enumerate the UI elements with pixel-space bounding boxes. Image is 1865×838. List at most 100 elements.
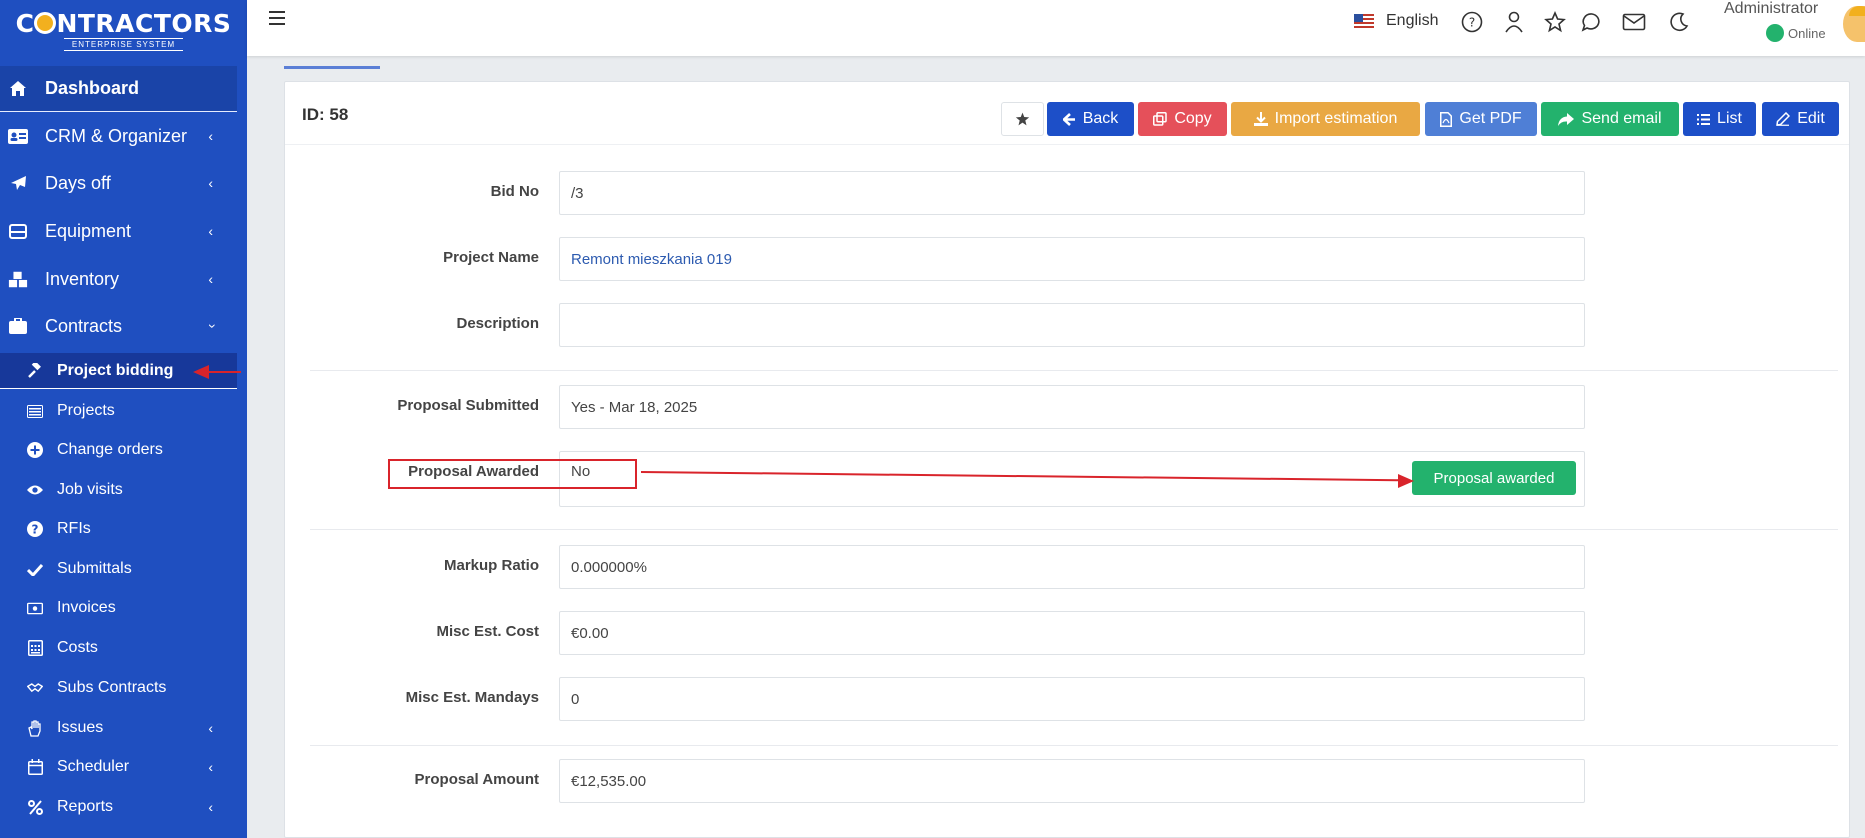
check-icon: [27, 561, 43, 577]
project-name-link[interactable]: Remont mieszkania 019: [559, 237, 1585, 281]
star-filled-icon: [1015, 112, 1030, 126]
calculator-icon: [27, 640, 43, 656]
sidebar-item-subs-contracts[interactable]: Subs Contracts: [0, 670, 237, 706]
sidebar-item-invoices[interactable]: Invoices: [0, 590, 237, 626]
sidebar-item-label: Scheduler: [57, 758, 130, 775]
helmet-logo-icon: [34, 12, 57, 34]
bid-no-label: Bid No: [490, 183, 539, 200]
user-icon[interactable]: [1502, 10, 1526, 34]
chevron-left-icon: ‹: [208, 271, 213, 287]
sidebar-item-reports[interactable]: Reports ‹: [0, 789, 237, 825]
boxes-icon: [8, 269, 28, 289]
brand-subtitle: ENTERPRISE SYSTEM: [63, 38, 184, 51]
gavel-icon: [27, 362, 43, 379]
import-estimation-button[interactable]: Import estimation: [1231, 102, 1420, 136]
back-button[interactable]: Back: [1047, 102, 1134, 136]
chevron-down-icon: ‹: [202, 323, 219, 329]
sidebar-item-label: Costs: [57, 639, 98, 656]
favorite-button[interactable]: [1001, 102, 1044, 136]
sidebar-item-contracts[interactable]: Contracts ‹: [0, 306, 237, 346]
list-button[interactable]: List: [1683, 102, 1756, 136]
sidebar-item-projects[interactable]: Projects: [0, 393, 237, 429]
sidebar-item-change-orders[interactable]: Change orders: [0, 432, 237, 468]
money-icon: [27, 600, 43, 616]
hand-icon: [27, 719, 43, 737]
calendar-icon: [27, 759, 43, 775]
sidebar-item-job-visits[interactable]: Job visits: [0, 472, 237, 508]
user-status: Online: [1766, 24, 1826, 42]
sidebar-item-issues[interactable]: Issues ‹: [0, 710, 237, 746]
sidebar-item-label: Contracts: [45, 315, 123, 336]
user-name[interactable]: Administrator: [1724, 0, 1818, 18]
star-icon[interactable]: [1543, 10, 1567, 34]
tab-indicator: [284, 66, 380, 69]
copy-icon: [1153, 112, 1168, 126]
sidebar-item-dashboard[interactable]: Dashboard: [0, 66, 237, 112]
brand-logo[interactable]: C NTRACTORS ENTERPRISE SYSTEM: [0, 0, 247, 58]
id-card-icon: [8, 126, 28, 146]
annotation-highlight-box: [388, 459, 637, 489]
language-selector[interactable]: English: [1354, 12, 1438, 30]
mail-icon[interactable]: [1622, 10, 1646, 34]
handshake-icon: [27, 680, 43, 696]
download-icon: [1253, 112, 1268, 126]
sidebar-item-label: Submittals: [57, 560, 132, 577]
sidebar-item-label: Project bidding: [57, 361, 174, 379]
arrow-left-icon: [1062, 112, 1075, 126]
sidebar-item-label: Projects: [57, 402, 115, 419]
chat-icon[interactable]: [1580, 10, 1604, 34]
dark-mode-moon-icon[interactable]: [1667, 10, 1691, 34]
list-icon: [1697, 113, 1711, 125]
sidebar-item-label: Issues: [57, 719, 104, 736]
sidebar-item-label: Dashboard: [45, 78, 140, 98]
top-bar: English ? Administrator Online: [247, 0, 1865, 56]
chevron-left-icon: ‹: [208, 128, 213, 144]
avatar[interactable]: [1843, 6, 1865, 42]
proposal-awarded-button[interactable]: Proposal awarded: [1412, 461, 1576, 495]
copy-button[interactable]: Copy: [1138, 102, 1227, 136]
question-circle-icon: ?: [27, 521, 43, 537]
bid-no-field: /3: [559, 171, 1585, 215]
drawer-icon: [8, 221, 28, 241]
plane-icon: [8, 173, 28, 193]
brand-title: C NTRACTORS: [15, 9, 232, 38]
eye-icon: [27, 482, 43, 498]
chevron-left-icon: ‹: [208, 759, 213, 775]
section-divider: [310, 745, 1838, 746]
sidebar-item-label: Inventory: [45, 268, 120, 289]
home-icon: [8, 79, 28, 99]
sidebar-item-inventory[interactable]: Inventory ‹: [0, 259, 237, 299]
sidebar-item-days-off[interactable]: Days off ‹: [0, 163, 237, 203]
plus-circle-icon: [27, 442, 43, 458]
proposal-amount-field: €12,535.00: [559, 759, 1585, 803]
misc-est-mandays-field: 0: [559, 677, 1585, 721]
percent-icon: [27, 799, 43, 815]
help-icon[interactable]: ?: [1460, 10, 1484, 34]
send-email-button[interactable]: Send email: [1541, 102, 1679, 136]
project-name-label: Project Name: [443, 249, 539, 266]
misc-est-mandays-label: Misc Est. Mandays: [405, 689, 539, 706]
annotation-arrow-line: [205, 371, 241, 373]
sidebar-item-costs[interactable]: Costs: [0, 630, 237, 666]
card-header: ID: 58 Back Copy Import estimation Get P…: [285, 82, 1849, 145]
sidebar-item-label: Days off: [45, 172, 111, 193]
edit-button[interactable]: Edit: [1762, 102, 1839, 136]
section-divider: [310, 529, 1838, 530]
get-pdf-button[interactable]: Get PDF: [1425, 102, 1537, 136]
annotation-arrow-head-icon: [193, 365, 209, 379]
sidebar-item-crm[interactable]: CRM & Organizer ‹: [0, 116, 237, 156]
us-flag-icon: [1354, 14, 1374, 28]
record-id: ID: 58: [302, 105, 349, 124]
sidebar-item-scheduler[interactable]: Scheduler ‹: [0, 749, 237, 785]
misc-est-cost-field: €0.00: [559, 611, 1585, 655]
sidebar-item-submittals[interactable]: Submittals: [0, 551, 237, 587]
sidebar-item-equipment[interactable]: Equipment ‹: [0, 211, 237, 251]
briefcase-icon: [8, 316, 28, 336]
sidebar-item-rfis[interactable]: ? RFIs: [0, 511, 237, 547]
misc-est-cost-label: Misc Est. Cost: [436, 623, 539, 640]
sidebar-item-label: Job visits: [57, 481, 123, 498]
sidebar-item-label: Equipment: [45, 220, 132, 241]
pdf-file-icon: [1440, 111, 1453, 127]
menu-toggle-icon[interactable]: [269, 11, 285, 25]
language-label: English: [1386, 12, 1439, 29]
